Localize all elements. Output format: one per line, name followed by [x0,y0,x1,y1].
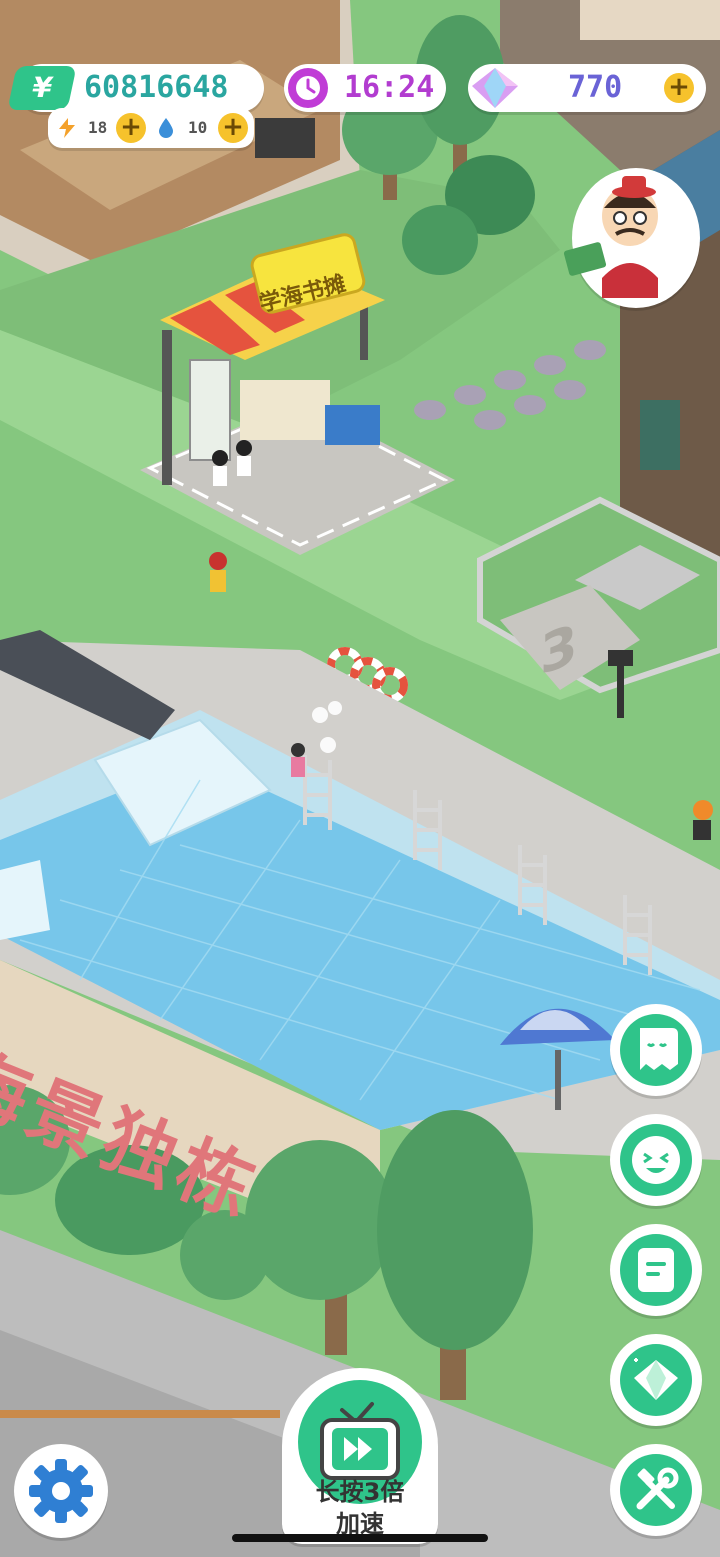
merchant-character-icon [563,176,658,298]
build-tools-button[interactable] [610,1444,702,1536]
resources-panel: 18 + 10 + [48,108,254,148]
speed-up-button[interactable]: 长按3倍 加速 [282,1368,438,1544]
chat-button[interactable] [610,1004,702,1096]
ghost-chat-icon [640,1028,678,1070]
time-panel: 16:24 [284,64,446,112]
lightning-icon [59,118,75,138]
emote-button[interactable] [610,1114,702,1206]
notepad-icon [638,1248,674,1292]
gem-panel: 770 + [468,64,706,112]
clock-icon [288,68,328,108]
settings-button[interactable] [14,1444,108,1538]
gem-value: 770 [568,70,623,105]
diamond-icon [472,68,518,108]
add-gems-button[interactable]: + [664,73,694,103]
smiley-face-icon [632,1136,680,1184]
gem-shop-icon [634,1358,678,1400]
merchant-npc-button[interactable] [563,168,700,308]
tasks-button[interactable] [610,1224,702,1316]
energy-value: 18 [88,118,108,137]
add-water-button[interactable]: + [218,113,248,143]
gear-icon [23,1453,99,1529]
time-value: 16:24 [344,70,435,105]
shop-button[interactable] [610,1334,702,1426]
water-drop-icon [159,118,173,138]
speed-up-label-line1: 长按3倍 [315,1478,405,1506]
add-energy-button[interactable]: + [116,113,146,143]
home-indicator[interactable] [232,1534,488,1542]
water-value: 10 [188,118,208,137]
money-value: 60816648 [84,70,229,105]
money-icon: ¥ [7,66,77,110]
money-panel: ¥ 60816648 [7,64,264,112]
wrench-hammer-icon [636,1467,679,1510]
